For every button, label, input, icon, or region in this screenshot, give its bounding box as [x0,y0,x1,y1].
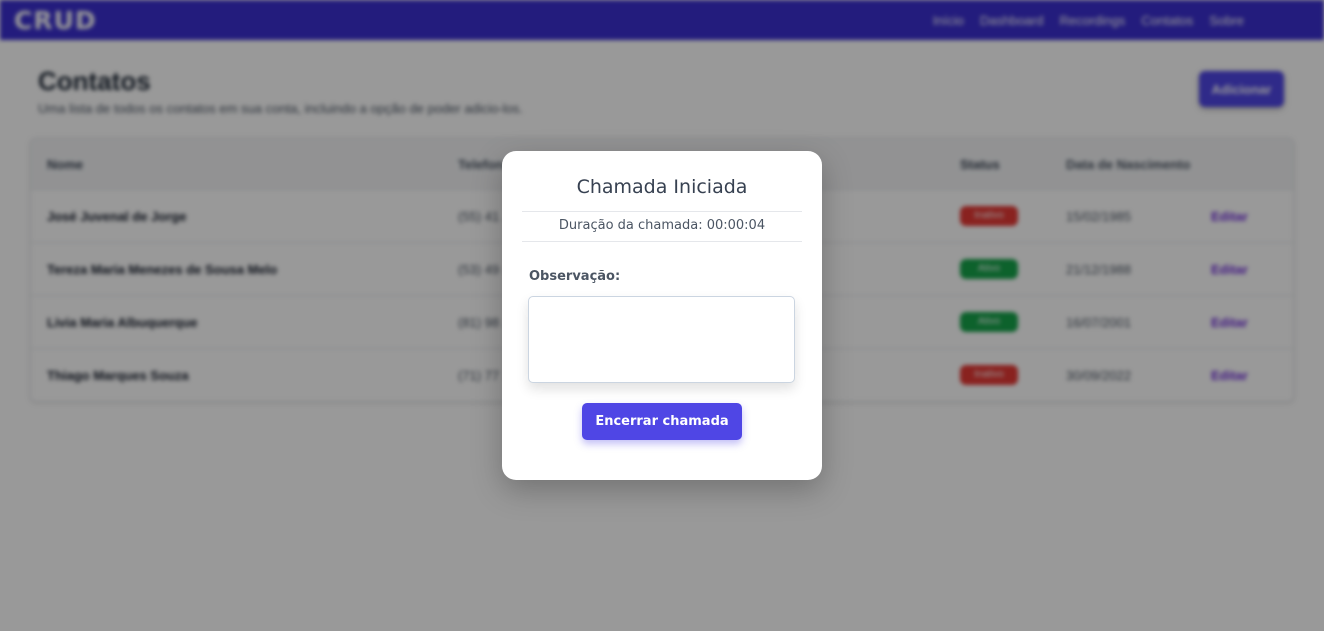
call-duration: Duração da chamada: 00:00:04 [558,218,766,233]
modal-divider-bottom [522,241,802,242]
observation-label: Observação: [529,269,621,284]
modal-divider-top [522,211,802,212]
end-call-button[interactable]: Encerrar chamada [582,403,742,440]
modal-title: Chamada Iniciada [576,176,748,198]
call-modal: Chamada Iniciada Duração da chamada: 00:… [502,151,822,480]
observation-textarea[interactable] [528,296,795,383]
